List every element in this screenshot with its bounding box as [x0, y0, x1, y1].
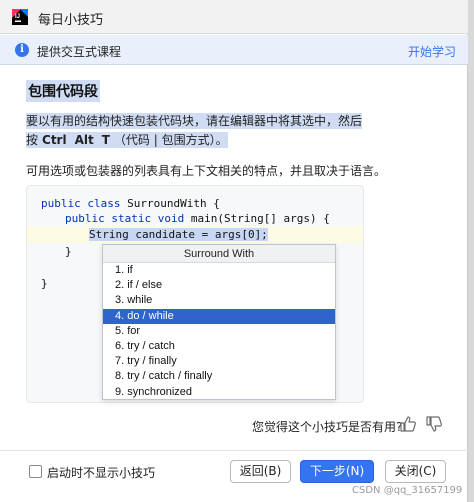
- popup-item-try-catch-finally[interactable]: 8. try / catch / finally: [103, 369, 335, 384]
- tip-desc-suffix: （代码 | 包围方式）。: [113, 133, 228, 147]
- back-button[interactable]: 返回(B): [230, 460, 291, 483]
- dont-show-on-startup-label: 启动时不显示小技巧: [47, 466, 156, 480]
- popup-item-try-finally[interactable]: 7. try / finally: [103, 354, 335, 369]
- next-button[interactable]: 下一步(N): [300, 460, 374, 483]
- svg-text:IJ: IJ: [15, 14, 20, 20]
- code-line-3-selected: String candidate = args[0];: [89, 228, 268, 241]
- thumbs-up-icon[interactable]: [398, 415, 418, 435]
- title-bar: IJ 每日小技巧: [0, 0, 468, 34]
- code-line-2: public static void main(String[] args) {: [65, 212, 330, 225]
- start-learning-link[interactable]: 开始学习: [408, 43, 456, 60]
- tip-desc-prefix: 按: [26, 133, 39, 147]
- info-text: 提供交互式课程: [37, 45, 122, 59]
- code-line-1: public class SurroundWith {: [41, 197, 220, 210]
- intellij-app-icon: IJ: [12, 9, 28, 25]
- tip-content: 包围代码段 要以有用的结构快速包装代码块，请在编辑器中将其选中，然后 按 Ctrl…: [26, 80, 446, 179]
- tip-desc-line1: 要以有用的结构快速包装代码块，请在编辑器中将其选中，然后: [26, 113, 363, 129]
- info-bar: i 提供交互式课程 开始学习: [0, 35, 468, 65]
- popup-item-do-while[interactable]: 4. do / while: [103, 308, 335, 324]
- popup-item-if-else[interactable]: 2. if / else: [103, 278, 335, 293]
- watermark: CSDN @qq_31657199: [352, 485, 463, 496]
- shortcut-key-ctrl: Ctrl: [42, 133, 67, 147]
- window-title: 每日小技巧: [38, 13, 104, 28]
- tip-description: 要以有用的结构快速包装代码块，请在编辑器中将其选中，然后 按 Ctrl Alt T （代…: [26, 112, 446, 150]
- popup-item-for[interactable]: 5. for: [103, 324, 335, 339]
- popup-title: Surround With: [103, 245, 335, 263]
- popup-item-try-catch[interactable]: 6. try / catch: [103, 339, 335, 354]
- shortcut-key-alt: Alt: [74, 133, 94, 147]
- tip-of-the-day-dialog: IJ 每日小技巧 i 提供交互式课程 开始学习 包围代码段 要以有用的结构快速包…: [0, 0, 468, 502]
- shortcut-key-t: T: [101, 133, 110, 147]
- feedback-question: 您觉得这个小技巧是否有用?: [252, 420, 403, 434]
- tip-heading: 包围代码段: [26, 80, 100, 102]
- code-line-5: }: [41, 277, 48, 290]
- dont-show-on-startup-checkbox[interactable]: [29, 465, 42, 478]
- popup-item-if[interactable]: 1. if: [103, 263, 335, 278]
- tip-desc-line2: 按 Ctrl Alt T （代码 | 包围方式）。: [26, 132, 228, 148]
- popup-item-while[interactable]: 3. while: [103, 293, 335, 308]
- tip-description-2: 可用选项或包装器的列表具有上下文相关的特点，并且取决于语言。: [26, 164, 387, 178]
- thumbs-down-icon[interactable]: [424, 415, 444, 435]
- surround-with-popup: Surround With 1. if 2. if / else 3. whil…: [102, 244, 336, 400]
- code-line-4: }: [65, 245, 72, 258]
- info-icon: i: [15, 43, 29, 57]
- close-button[interactable]: 关闭(C): [385, 460, 446, 483]
- popup-item-synchronized[interactable]: 9. synchronized: [103, 385, 335, 400]
